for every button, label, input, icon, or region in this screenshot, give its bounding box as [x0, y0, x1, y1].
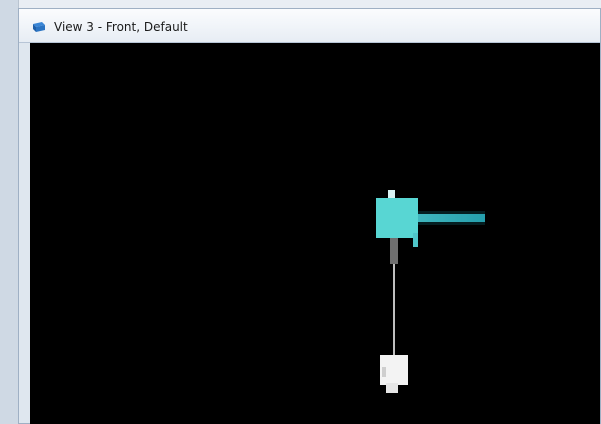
3d-viewport[interactable] [30, 43, 600, 424]
view-window[interactable]: View 3 - Front, Default [18, 8, 601, 424]
left-panel-edge [0, 0, 19, 424]
model-cyan-side [413, 233, 418, 247]
view-window-icon [33, 22, 45, 32]
view-titlebar[interactable]: View 3 - Front, Default [19, 9, 600, 43]
model-cyan-block [376, 198, 418, 238]
model-white-shadow [382, 367, 386, 377]
model-scene [376, 190, 485, 393]
view-title: View 3 - Front, Default [54, 20, 188, 34]
model-white-foot [386, 383, 398, 393]
model-arm-glow [413, 211, 485, 225]
model-shaft-line [393, 264, 395, 356]
model-shaft-dark [390, 238, 398, 264]
